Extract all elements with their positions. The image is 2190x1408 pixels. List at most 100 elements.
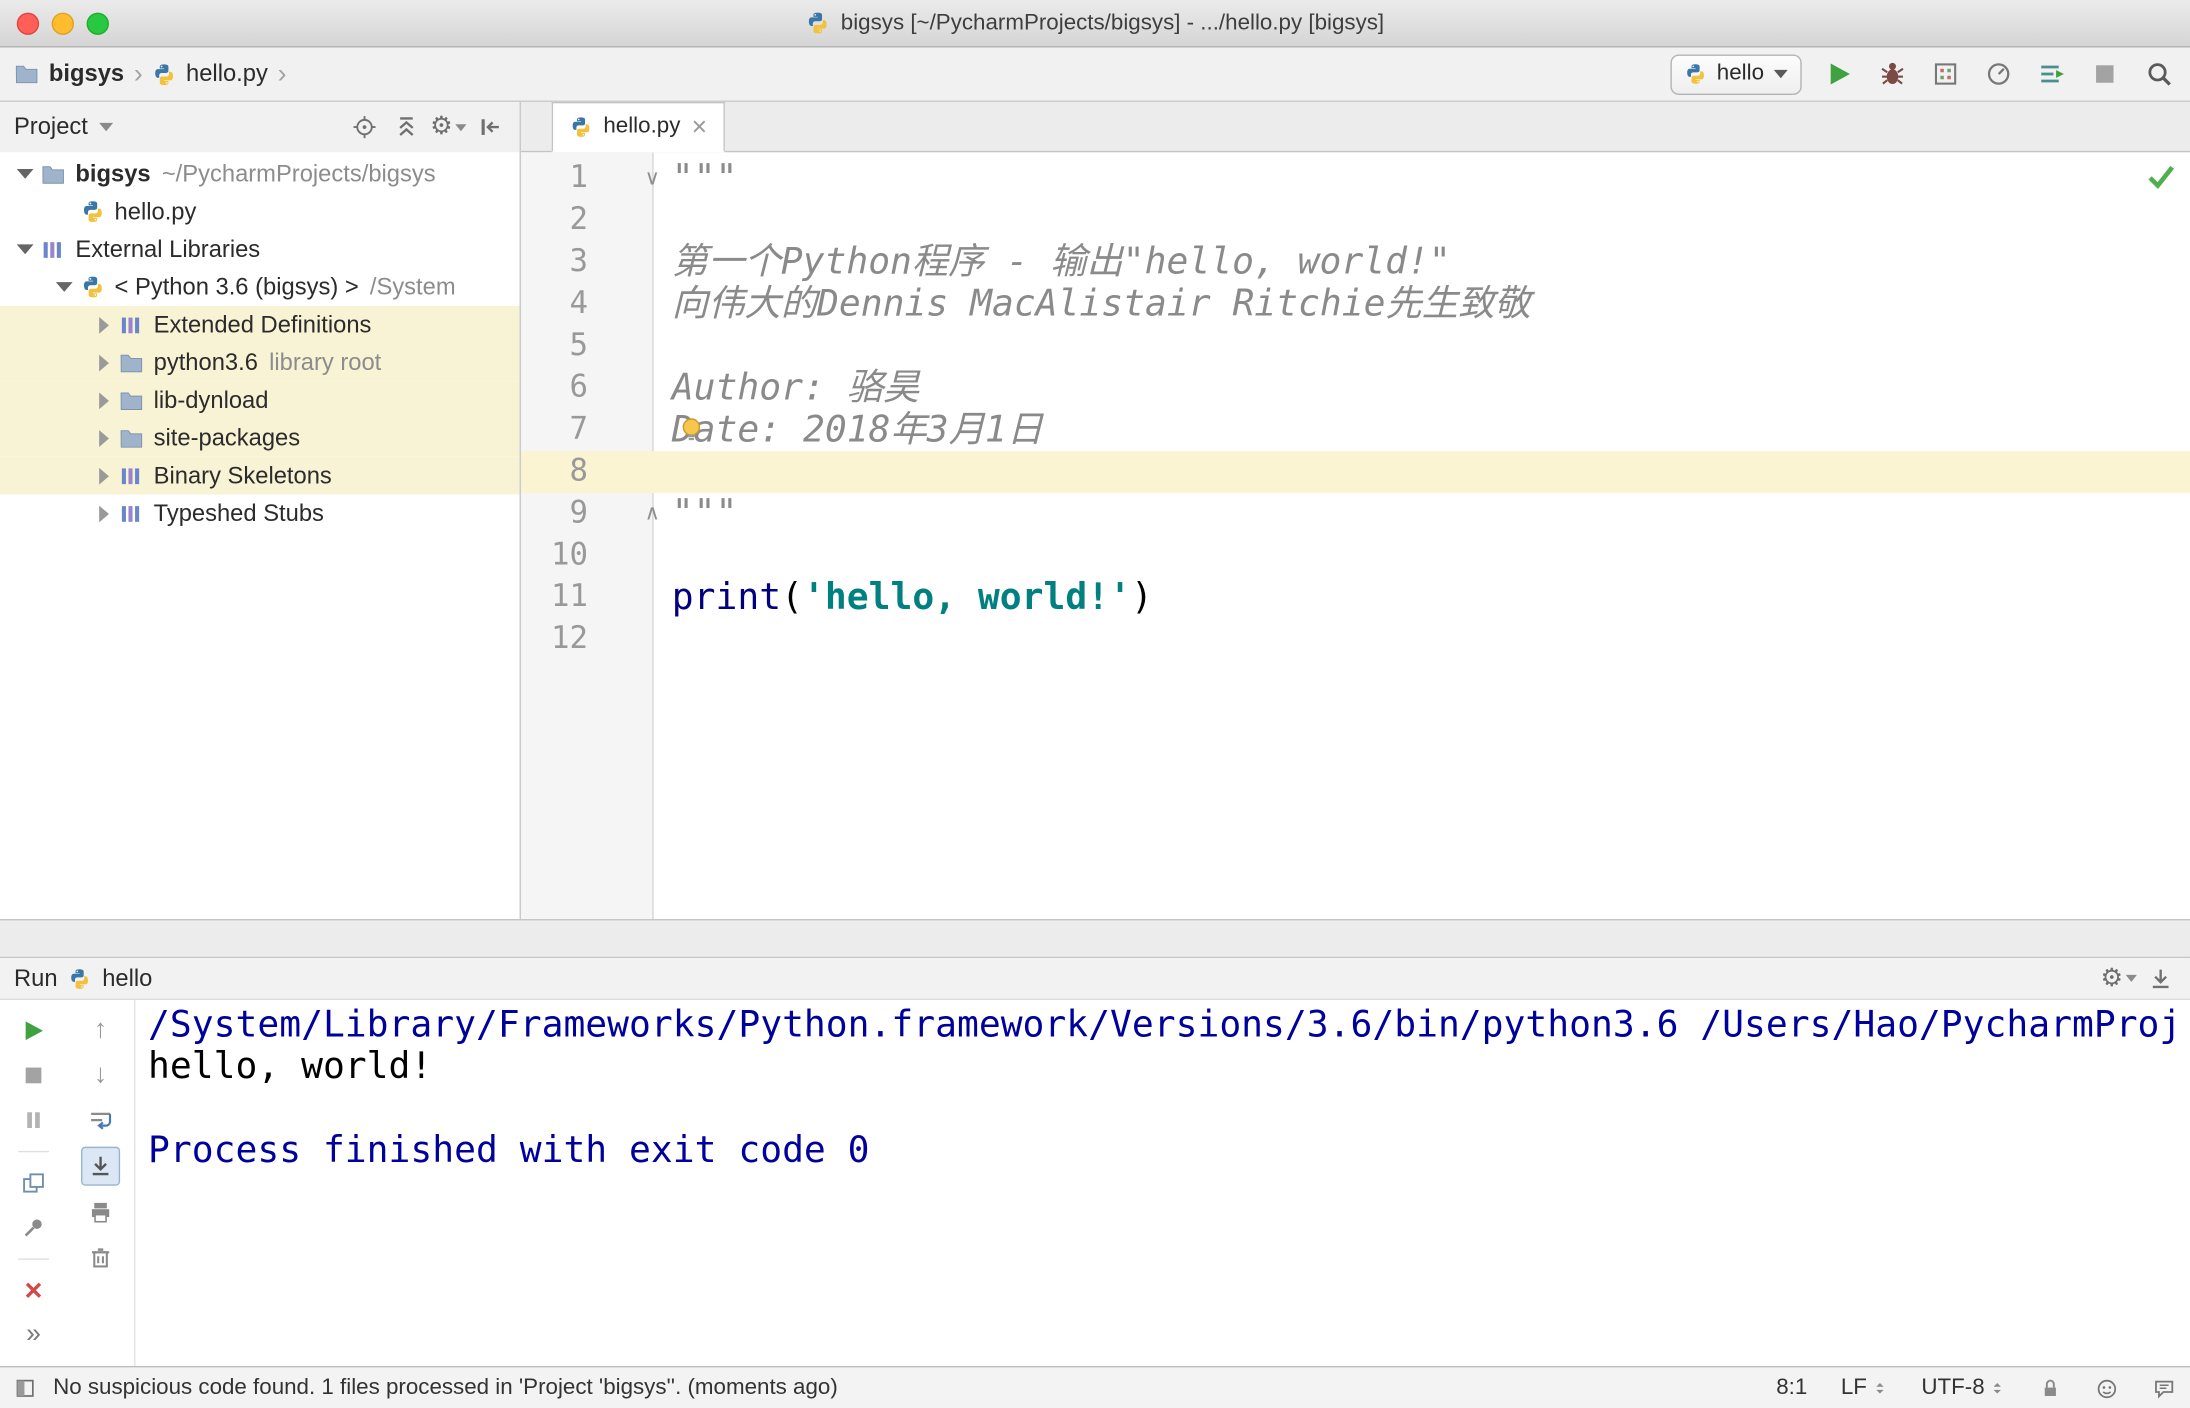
highlighting-level-button[interactable] bbox=[2095, 1376, 2119, 1400]
more-button[interactable]: » bbox=[15, 1317, 51, 1353]
tree-item-python-3.6-bigsys[interactable]: < Python 3.6 (bigsys) > /System bbox=[0, 268, 520, 306]
editor-tab-hello-py[interactable]: hello.py × bbox=[551, 101, 726, 153]
breadcrumb-project[interactable]: bigsys bbox=[49, 60, 124, 88]
settings-button[interactable]: ⚙ bbox=[430, 112, 467, 143]
rerun-button[interactable] bbox=[15, 1013, 51, 1049]
caret-position[interactable]: 8:1 bbox=[1776, 1376, 1807, 1401]
library-icon bbox=[117, 311, 145, 339]
encoding-label: UTF-8 bbox=[1921, 1375, 1985, 1400]
expanded-arrow-icon[interactable] bbox=[11, 168, 39, 179]
inspection-ok-icon[interactable] bbox=[2145, 161, 2176, 192]
editor-line-9[interactable]: 9 ∧ """ bbox=[521, 493, 2190, 535]
python-icon bbox=[78, 198, 106, 226]
updown-arrows-icon bbox=[1871, 1380, 1888, 1397]
tree-item-hello.py[interactable]: hello.py bbox=[0, 193, 520, 231]
pin-button[interactable] bbox=[15, 1210, 51, 1246]
print-icon bbox=[88, 1200, 113, 1225]
editor-line-10[interactable]: 10 bbox=[521, 535, 2190, 577]
run-config-selector[interactable]: hello bbox=[1670, 53, 1802, 95]
tree-item-extended-definitions[interactable]: Extended Definitions bbox=[0, 305, 520, 344]
stop-button[interactable] bbox=[2088, 57, 2122, 91]
fold-marker-icon[interactable]: ∧ bbox=[641, 493, 663, 535]
editor-line-4[interactable]: 4 向伟大的Dennis MacAlistair Ritchie先生致敬 bbox=[521, 284, 2190, 326]
clear-button[interactable] bbox=[82, 1239, 118, 1275]
toolwindow-toggle-icon[interactable] bbox=[14, 1377, 36, 1399]
run-config-name[interactable]: hello bbox=[102, 964, 152, 992]
editor-line-8[interactable]: 8 bbox=[520, 451, 2190, 494]
collapsed-arrow-icon[interactable] bbox=[89, 354, 117, 371]
close-tab-icon[interactable]: × bbox=[692, 114, 708, 141]
editor-line-5[interactable]: 5 bbox=[521, 325, 2190, 367]
print-button[interactable] bbox=[82, 1194, 118, 1230]
pause-button[interactable] bbox=[15, 1102, 51, 1138]
dock-panel-button[interactable] bbox=[2145, 963, 2176, 994]
run-config-label: hello bbox=[1716, 61, 1765, 86]
project-header-title[interactable]: Project bbox=[14, 113, 88, 141]
pycharm-window: bigsys [~/PycharmProjects/bigsys] - .../… bbox=[0, 0, 2190, 1408]
coverage-button[interactable] bbox=[1929, 57, 1963, 91]
stop-button[interactable] bbox=[15, 1057, 51, 1093]
line-ending-selector[interactable]: LF bbox=[1841, 1376, 1888, 1401]
line-number: 4 bbox=[569, 286, 589, 322]
collapsed-arrow-icon[interactable] bbox=[89, 429, 117, 447]
line-number: 12 bbox=[550, 621, 589, 657]
run-settings-button[interactable]: ⚙ bbox=[2101, 963, 2138, 994]
collapsed-arrow-icon[interactable] bbox=[89, 316, 117, 334]
editor-body[interactable]: 1 ∨ """ 2 3 第一个Python程序 - 输出"hello, world!" 4 向… bbox=[520, 152, 2190, 920]
soft-wrap-button[interactable] bbox=[82, 1102, 118, 1138]
fold-marker-icon[interactable]: ∨ bbox=[641, 158, 663, 200]
run-button[interactable] bbox=[1823, 57, 1857, 91]
expanded-arrow-icon[interactable] bbox=[50, 282, 78, 292]
editor-line-12[interactable]: 12 bbox=[521, 619, 2190, 661]
editor-line-6[interactable]: 6 Author: 骆昊 bbox=[521, 367, 2190, 409]
tree-item-typeshed-stubs[interactable]: Typeshed Stubs bbox=[0, 494, 520, 532]
tree-item-lib-dynload[interactable]: lib-dynload bbox=[0, 381, 520, 420]
locate-file-button[interactable] bbox=[349, 112, 380, 143]
chevron-down-icon[interactable] bbox=[99, 122, 114, 132]
up-stack-button[interactable]: ↑ bbox=[82, 1013, 118, 1049]
run-body: × » ↑ ↓ /System/Library/Frameworks/Python.… bbox=[0, 1000, 2190, 1366]
editor-line-1[interactable]: 1 ∨ """ bbox=[521, 158, 2190, 200]
tree-item-label: < Python 3.6 (bigsys) > bbox=[114, 273, 359, 300]
editor-tab-bar: hello.py × bbox=[520, 101, 2190, 153]
tree-item-binary-skeletons[interactable]: Binary Skeletons bbox=[0, 456, 520, 495]
editor-line-2[interactable]: 2 bbox=[521, 200, 2190, 242]
console-output[interactable]: /System/Library/Frameworks/Python.framew… bbox=[135, 1000, 2190, 1366]
down-stack-button[interactable]: ↓ bbox=[82, 1057, 118, 1093]
editor-line-7[interactable]: 7 Date: 2018年3月1日 bbox=[521, 409, 2190, 451]
collapsed-arrow-icon[interactable] bbox=[89, 467, 117, 484]
console-line: hello, world! bbox=[148, 1046, 433, 1089]
encoding-selector[interactable]: UTF-8 bbox=[1921, 1376, 2005, 1401]
restore-layout-button[interactable] bbox=[15, 1165, 51, 1201]
navigation-bar: bigsys › hello.py › hello bbox=[0, 47, 2190, 102]
editor-line-3[interactable]: 3 第一个Python程序 - 输出"hello, world!" bbox=[521, 242, 2190, 284]
minimize-window-button[interactable] bbox=[51, 11, 75, 35]
search-everywhere-button[interactable] bbox=[2143, 57, 2177, 91]
tree-item-site-packages[interactable]: site-packages bbox=[0, 419, 520, 457]
notifications-button[interactable] bbox=[2152, 1376, 2176, 1400]
tree-item-bigsys[interactable]: bigsys ~/PycharmProjects/bigsys bbox=[0, 155, 520, 193]
collapsed-arrow-icon[interactable] bbox=[89, 391, 117, 409]
scroll-end-button[interactable] bbox=[81, 1146, 121, 1186]
debug-button[interactable] bbox=[1876, 57, 1910, 91]
readonly-toggle[interactable] bbox=[2039, 1377, 2061, 1399]
tree-item-label: External Libraries bbox=[75, 235, 261, 262]
zoom-window-button[interactable] bbox=[86, 11, 109, 35]
console-line: Process finished with exit code 0 bbox=[148, 1129, 870, 1172]
coverage-icon bbox=[1932, 60, 1960, 88]
run-header-title[interactable]: Run bbox=[14, 964, 58, 992]
editor-run-splitter[interactable] bbox=[0, 919, 2190, 959]
tree-item-python3.6[interactable]: python3.6 library root bbox=[0, 343, 520, 382]
concurrency-button[interactable] bbox=[2035, 57, 2069, 91]
intention-bulb-icon[interactable] bbox=[677, 415, 705, 443]
tree-item-external-libraries[interactable]: External Libraries bbox=[0, 230, 520, 268]
editor-line-11[interactable]: 11 print('hello, world!') bbox=[521, 577, 2190, 619]
collapse-all-button[interactable] bbox=[391, 112, 422, 143]
collapsed-arrow-icon[interactable] bbox=[89, 504, 117, 522]
expanded-arrow-icon[interactable] bbox=[11, 244, 39, 255]
breadcrumb-file[interactable]: hello.py bbox=[186, 60, 268, 88]
profiler-button[interactable] bbox=[1982, 57, 2016, 91]
close-window-button[interactable] bbox=[16, 11, 40, 35]
hide-panel-button[interactable] bbox=[475, 112, 506, 143]
close-button[interactable]: × bbox=[15, 1272, 51, 1308]
